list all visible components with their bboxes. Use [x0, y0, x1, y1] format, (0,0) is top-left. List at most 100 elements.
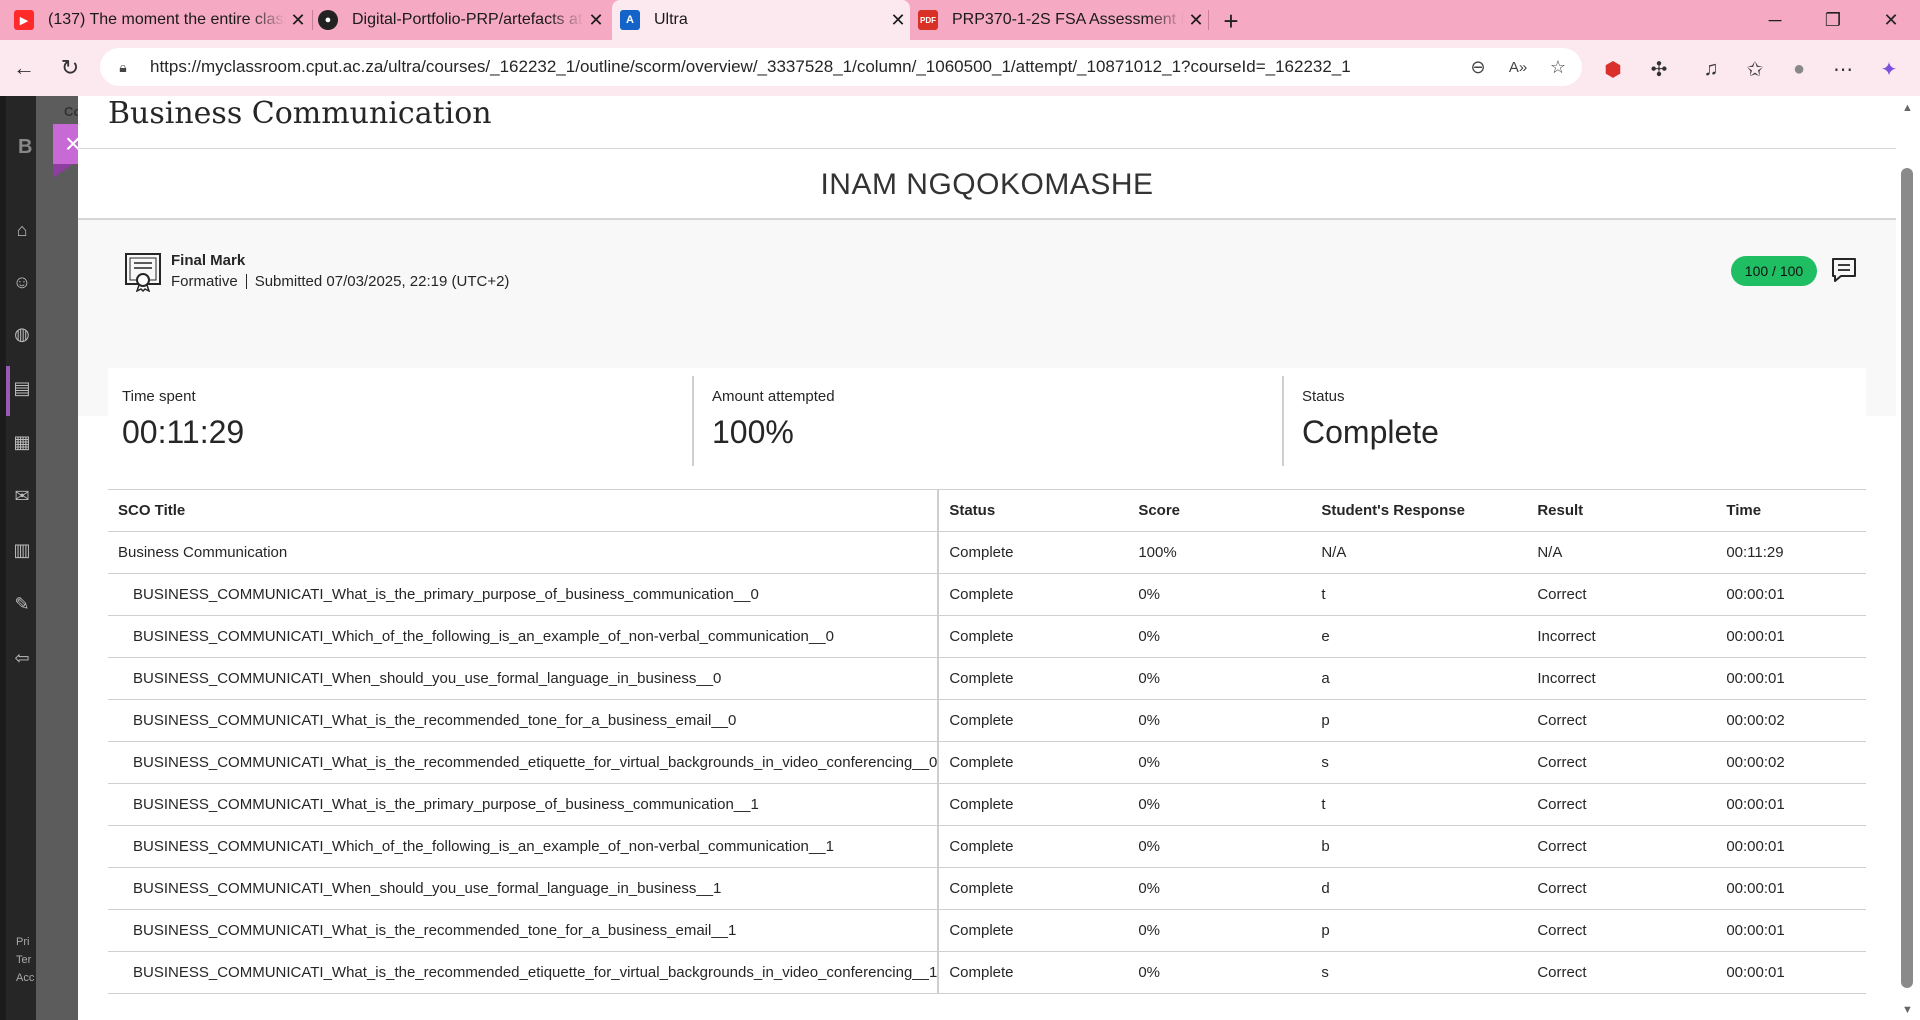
tab-close-icon[interactable]: ✕ [286, 8, 310, 32]
status-cell: Complete [938, 951, 1129, 994]
status-cell: Complete [938, 783, 1129, 826]
footer-link-fragment[interactable]: Ter [16, 954, 31, 966]
calendar-icon[interactable]: ▦ [12, 432, 32, 452]
refresh-icon[interactable]: ↻ [54, 52, 86, 84]
student-name: INAM NGQOKOMASHE [820, 168, 1154, 201]
time-cell: 00:00:01 [1716, 657, 1866, 700]
zoom-icon[interactable]: ⊖ [1468, 57, 1488, 77]
sco-title-cell: Business Communication [108, 531, 940, 574]
response-cell: s [1311, 951, 1528, 994]
score-badge[interactable]: 100 / 100 [1731, 256, 1817, 286]
tab-close-icon[interactable]: ✕ [886, 8, 910, 32]
response-cell: e [1311, 615, 1528, 658]
stat-value: 100% [712, 414, 794, 450]
extension-icon[interactable]: ⬢ [1602, 58, 1624, 81]
github-icon: ● [318, 10, 338, 30]
grade-meta: Formative Submitted 07/03/2025, 22:19 (U… [171, 273, 509, 290]
time-cell: 00:00:01 [1716, 825, 1866, 868]
submitted-date: Submitted 07/03/2025, 22:19 (UTC+2) [254, 273, 510, 290]
sco-title-cell: BUSINESS_COMMUNICATI_What_is_the_recomme… [108, 699, 940, 742]
tab-title: Digital-Portfolio-PRP/artefacts at [352, 11, 583, 28]
time-cell: 00:00:01 [1716, 867, 1866, 910]
sco-table: SCO Title Status Score Student's Respons… [108, 489, 1866, 994]
column-header-response: Student's Response [1311, 489, 1528, 532]
browser-tab[interactable]: ● Digital-Portfolio-PRP/artefacts at ✕ [318, 0, 608, 40]
address-bar[interactable]: 🔒︎ https://myclassroom.cput.ac.za/ultra/… [100, 48, 1582, 86]
back-icon[interactable]: ← [8, 52, 40, 84]
final-mark-label: Final Mark [171, 252, 246, 269]
read-aloud-icon[interactable]: A» [1508, 57, 1528, 77]
background-course-panel: Co [36, 96, 81, 1020]
tab-separator [312, 10, 313, 30]
profile-avatar-icon[interactable]: ● [1788, 58, 1810, 80]
stat-label: Time spent [122, 388, 196, 405]
browser-tab-bar: ▶ (137) The moment the entire class ✕ ● … [0, 0, 1920, 40]
messages-icon[interactable]: ✉ [12, 486, 32, 506]
scroll-up-icon[interactable]: ▲ [1902, 102, 1913, 114]
restore-icon[interactable]: ❐ [1810, 0, 1856, 40]
column-header-time: Time [1716, 489, 1866, 532]
tab-close-icon[interactable]: ✕ [1184, 8, 1208, 32]
sco-table-container: SCO Title Status Score Student's Respons… [108, 489, 1866, 994]
footer-link-fragment[interactable]: Acc [16, 972, 34, 984]
logo-fragment: B [18, 136, 33, 158]
profile-icon[interactable]: ☺ [12, 272, 32, 292]
anthology-icon: A [620, 10, 640, 30]
stat-divider [1282, 376, 1284, 466]
browser-toolbar: ← ↻ 🔒︎ https://myclassroom.cput.ac.za/ul… [0, 40, 1920, 96]
copilot-icon[interactable]: ✦ [1878, 58, 1900, 81]
score-cell: 0% [1128, 615, 1312, 658]
stat-label: Amount attempted [712, 388, 835, 405]
time-cell: 00:00:01 [1716, 951, 1866, 994]
column-header-score: Score [1128, 489, 1312, 532]
stat-divider [692, 376, 694, 466]
media-icon[interactable]: ♫ [1700, 58, 1722, 80]
stat-label: Status [1302, 388, 1345, 405]
feedback-icon[interactable] [1830, 256, 1858, 284]
sco-title-cell: BUSINESS_COMMUNICATI_What_is_the_recomme… [108, 741, 940, 784]
courses-icon[interactable]: ▤ [12, 378, 32, 398]
table-row: BUSINESS_COMMUNICATI_What_is_the_recomme… [108, 741, 1866, 784]
sco-title-cell: BUSINESS_COMMUNICATI_What_is_the_recomme… [108, 909, 940, 952]
result-cell: N/A [1527, 531, 1717, 574]
new-tab-icon[interactable]: + [1216, 6, 1246, 36]
result-cell: Correct [1527, 825, 1717, 868]
lms-left-nav: B ⌂ ☺ ◍ ▤ ▦ ✉ ▥ ✎ ⇦ Pri Ter Acc [6, 96, 36, 1020]
result-cell: Correct [1527, 951, 1717, 994]
browser-tab[interactable]: ▶ (137) The moment the entire class ✕ [14, 0, 310, 40]
score-cell: 0% [1128, 825, 1312, 868]
status-cell: Complete [938, 699, 1129, 742]
score-cell: 0% [1128, 951, 1312, 994]
stat-time-spent: Time spent 00:11:29 [108, 368, 698, 458]
result-cell: Correct [1527, 909, 1717, 952]
institution-icon[interactable]: ⌂ [12, 220, 32, 240]
response-cell: p [1311, 909, 1528, 952]
tools-icon[interactable]: ✎ [12, 594, 32, 614]
tab-close-icon[interactable]: ✕ [584, 8, 608, 32]
time-cell: 00:00:02 [1716, 741, 1866, 784]
table-row: BUSINESS_COMMUNICATI_What_is_the_recomme… [108, 909, 1866, 952]
favorite-star-icon[interactable]: ☆ [1548, 57, 1568, 77]
sco-title-cell: BUSINESS_COMMUNICATI_What_is_the_primary… [108, 783, 940, 826]
globe-icon[interactable]: ◍ [12, 324, 32, 344]
favorites-icon[interactable]: ✩ [1744, 58, 1766, 81]
score-cell: 100% [1128, 531, 1312, 574]
score-cell: 0% [1128, 783, 1312, 826]
more-options-icon[interactable]: ⋯ [1832, 58, 1854, 81]
scroll-down-icon[interactable]: ▼ [1902, 1004, 1913, 1016]
url-text[interactable]: https://myclassroom.cput.ac.za/ultra/cou… [150, 57, 1582, 77]
browser-tab[interactable]: PDF PRP370-1-2S FSA Assessment NO ✕ [918, 0, 1208, 40]
browser-tab-active[interactable]: A Ultra ✕ [612, 0, 910, 40]
minimize-icon[interactable]: ─ [1752, 0, 1798, 40]
sco-title-cell: BUSINESS_COMMUNICATI_What_is_the_primary… [108, 573, 940, 616]
time-cell: 00:00:01 [1716, 783, 1866, 826]
footer-link-fragment[interactable]: Pri [16, 936, 29, 948]
extensions-puzzle-icon[interactable]: ✣ [1648, 58, 1670, 81]
sign-out-icon[interactable]: ⇦ [12, 648, 32, 668]
grades-icon[interactable]: ▥ [12, 540, 32, 560]
window-close-icon[interactable]: ✕ [1868, 0, 1914, 40]
lock-icon[interactable]: 🔒︎ [114, 58, 132, 76]
scrollbar[interactable]: ▲ ▼ [1896, 96, 1920, 1020]
scroll-thumb[interactable] [1901, 168, 1913, 988]
sco-title-cell: BUSINESS_COMMUNICATI_When_should_you_use… [108, 867, 940, 910]
